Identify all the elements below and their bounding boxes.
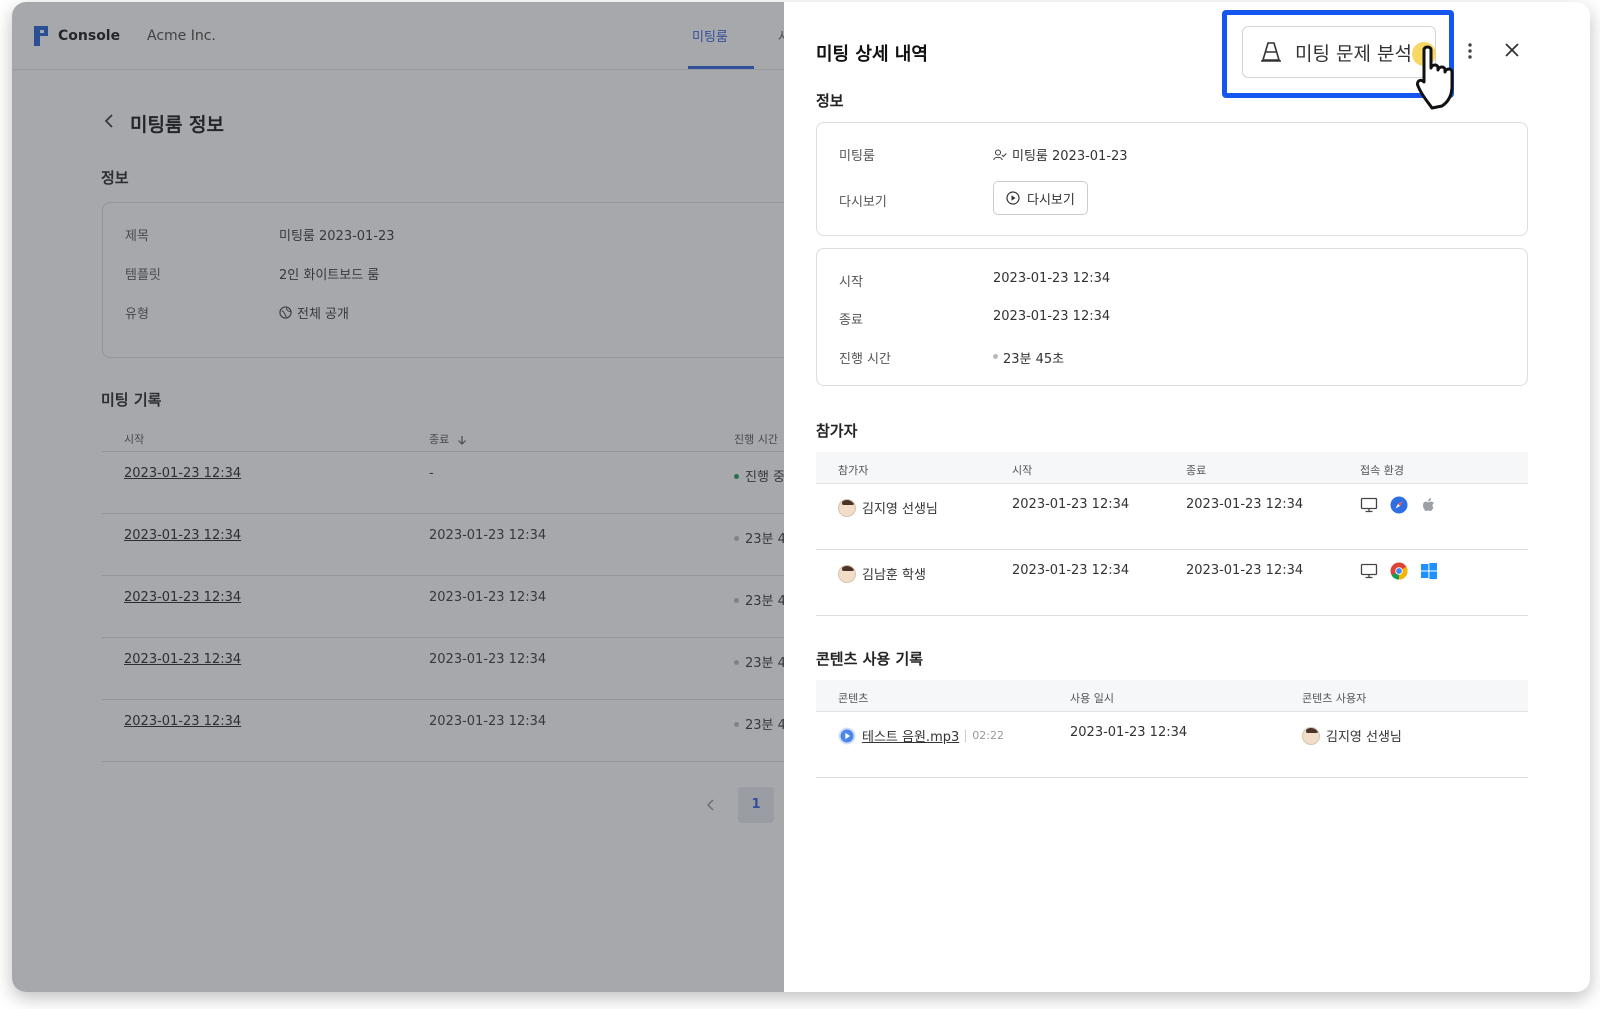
- participants-table-header: 참가자 시작 종료 접속 환경: [816, 452, 1528, 484]
- room-info-card: 미팅룸 미팅룸 2023-01-23 다시보기 다시보기: [816, 122, 1528, 236]
- table-row: 김지영 선생님 2023-01-23 12:34 2023-01-23 12:3…: [816, 484, 1528, 550]
- table-row: 김남훈 학생 2023-01-23 12:34 2023-01-23 12:34: [816, 550, 1528, 616]
- more-vertical-icon[interactable]: [1462, 40, 1478, 62]
- apple-icon: [1423, 498, 1434, 511]
- close-icon[interactable]: [1502, 40, 1522, 60]
- table-row: 테스트 음원.mp3 02:22 2023-01-23 12:34 김지영 선생…: [816, 712, 1528, 778]
- app-window: Console Acme Inc. 미팅룸 사용 미팅룸 정보 정보 제목 미팅…: [12, 2, 1590, 992]
- safari-icon: [1390, 496, 1408, 514]
- meeting-detail-drawer: 미팅 상세 내역 미팅 문제 분석 정보 미팅룸 미팅룸 2023-01-23 …: [784, 2, 1590, 992]
- modal-backdrop[interactable]: [12, 2, 832, 992]
- users-check-icon: [993, 148, 1007, 160]
- avatar: [838, 564, 856, 583]
- drawer-info-section-title: 정보: [816, 92, 844, 110]
- windows-icon: [1421, 563, 1437, 579]
- content-file-link[interactable]: 테스트 음원.mp3: [862, 726, 959, 745]
- drawer-title: 미팅 상세 내역: [816, 44, 928, 65]
- replay-button[interactable]: 다시보기: [993, 181, 1088, 215]
- avatar: [1302, 726, 1320, 745]
- desktop-icon: [1360, 563, 1378, 579]
- avatar: [838, 498, 856, 517]
- play-circle-icon: [1006, 191, 1020, 205]
- desktop-icon: [1360, 497, 1378, 513]
- time-info-card: 시작 2023-01-23 12:34 종료 2023-01-23 12:34 …: [816, 248, 1528, 386]
- content-section-title: 콘텐츠 사용 기록: [816, 650, 924, 668]
- content-table-header: 콘텐츠 사용 일시 콘텐츠 사용자: [816, 680, 1528, 712]
- audio-play-icon[interactable]: [838, 727, 856, 745]
- participants-section-title: 참가자: [816, 422, 858, 440]
- chrome-icon: [1390, 562, 1408, 580]
